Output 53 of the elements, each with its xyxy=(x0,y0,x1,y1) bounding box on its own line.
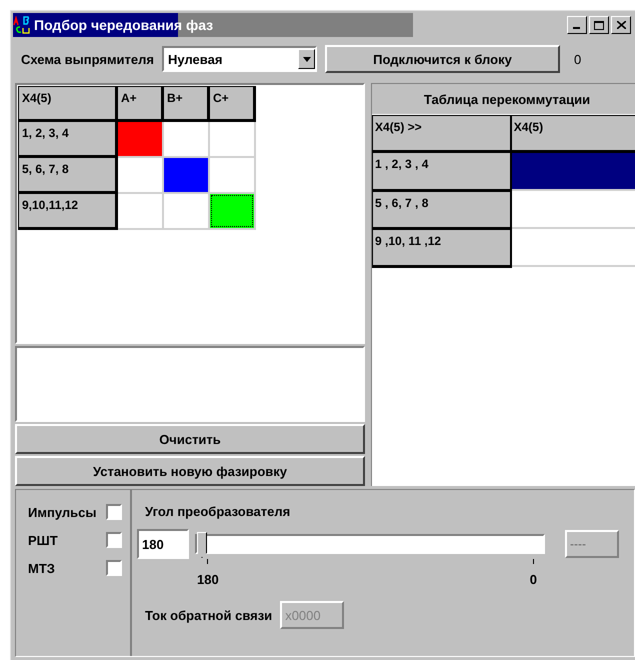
memo-field[interactable] xyxy=(15,346,365,422)
row-header: 9,10,11,12 xyxy=(18,192,116,228)
column-header: A+ xyxy=(116,86,162,120)
column-header: X4(5) xyxy=(18,86,116,120)
table-title: Таблица перекоммутации xyxy=(372,84,635,115)
feedback-field: x0000 xyxy=(280,601,344,629)
maximize-button[interactable] xyxy=(589,16,609,34)
connect-button[interactable]: Подключится к блоку xyxy=(325,45,560,73)
row-header: 1 , 2, 3 , 4 xyxy=(372,152,511,190)
grid-cell[interactable] xyxy=(162,156,208,192)
close-button[interactable] xyxy=(611,16,631,34)
scheme-label: Схема выпрямителя xyxy=(21,52,154,66)
grid-cell[interactable] xyxy=(116,156,162,192)
grid-cell[interactable] xyxy=(116,120,162,156)
grid-cell[interactable] xyxy=(162,192,208,228)
angle-label: Угол преобразователя xyxy=(145,504,292,519)
row-header: 9 ,10, 11 ,12 xyxy=(372,228,511,266)
option-label: Импульсы xyxy=(28,504,96,520)
readout-field: ---- xyxy=(565,530,619,558)
action-button[interactable]: Установить новую фазировку xyxy=(15,456,365,486)
row-header: 1, 2, 3, 4 xyxy=(18,120,116,156)
grid-cell[interactable] xyxy=(208,156,254,192)
slider-thumb[interactable] xyxy=(197,532,207,558)
grid-cell[interactable] xyxy=(208,120,254,156)
action-button[interactable]: Очистить xyxy=(15,424,365,454)
scheme-dropdown[interactable]: Нулевая xyxy=(162,46,317,72)
feedback-label: Ток обратной связи xyxy=(145,608,272,622)
table-cell[interactable] xyxy=(510,228,635,266)
counter-text: 0 xyxy=(574,52,582,66)
app-icon xyxy=(13,16,31,34)
row-header: 5, 6, 7, 8 xyxy=(18,156,116,192)
checkbox[interactable] xyxy=(106,504,122,520)
column-header: C+ xyxy=(208,86,254,120)
checkbox[interactable] xyxy=(106,532,122,548)
row-header: 5 , 6, 7 , 8 xyxy=(372,190,511,228)
column-header: B+ xyxy=(162,86,208,120)
option-label: МТЗ xyxy=(28,560,55,576)
column-header: X4(5) xyxy=(510,116,635,152)
checkbox[interactable] xyxy=(106,560,122,576)
grid-cell[interactable] xyxy=(162,120,208,156)
minimize-button[interactable] xyxy=(567,16,587,34)
grid-cell[interactable] xyxy=(116,192,162,228)
table-cell[interactable] xyxy=(510,152,635,190)
maximize-icon xyxy=(594,20,604,30)
column-header: X4(5) >> xyxy=(372,116,511,152)
grid-cell[interactable] xyxy=(208,192,254,228)
scale-label: 180 xyxy=(197,572,219,587)
close-icon xyxy=(616,21,626,29)
angle-field[interactable]: 180 xyxy=(137,529,189,559)
table-cell[interactable] xyxy=(510,190,635,228)
window-title: Подбор чередования фаз xyxy=(34,17,214,33)
option-label: РШТ xyxy=(28,532,58,548)
scale-label: 0 xyxy=(530,572,537,587)
